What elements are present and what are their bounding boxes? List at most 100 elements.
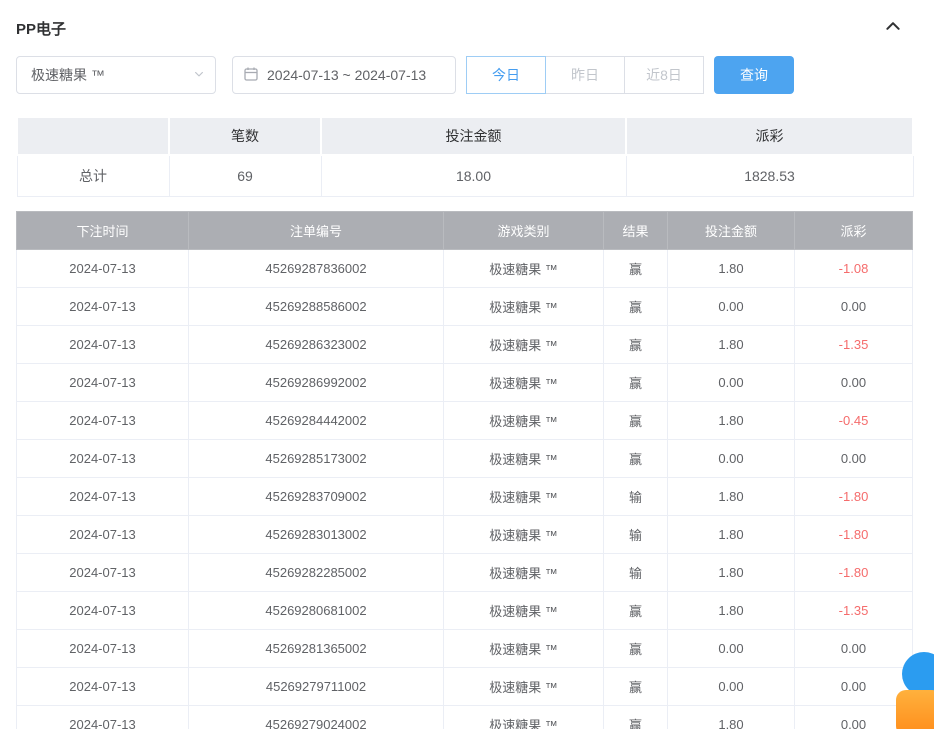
header-payout: 派彩: [795, 211, 913, 249]
cell-bet: 1.80: [668, 249, 795, 287]
table-row: 2024-07-1345269284442002极速糖果 ™赢1.80-0.45: [17, 401, 913, 439]
page-title: PP电子: [16, 18, 66, 39]
table-row: 2024-07-1345269283013002极速糖果 ™输1.80-1.80: [17, 515, 913, 553]
cell-bet: 1.80: [668, 325, 795, 363]
chevron-down-icon: [193, 67, 205, 83]
bet-table-header-row: 下注时间 注单编号 游戏类别 结果 投注金额 派彩: [17, 211, 913, 249]
cell-game: 极速糖果 ™: [444, 287, 604, 325]
bet-table-body: 2024-07-1345269287836002极速糖果 ™赢1.80-1.08…: [17, 249, 913, 729]
cell-game: 极速糖果 ™: [444, 667, 604, 705]
cell-order-id: 45269283709002: [189, 477, 444, 515]
cell-order-id: 45269281365002: [189, 629, 444, 667]
date-range-value: 2024-07-13 ~ 2024-07-13: [267, 67, 426, 83]
cell-game: 极速糖果 ™: [444, 325, 604, 363]
cell-date: 2024-07-13: [17, 515, 189, 553]
cell-date: 2024-07-13: [17, 439, 189, 477]
cell-bet: 0.00: [668, 363, 795, 401]
cell-bet: 1.80: [668, 591, 795, 629]
cell-game: 极速糖果 ™: [444, 439, 604, 477]
cell-date: 2024-07-13: [17, 591, 189, 629]
table-row: 2024-07-1345269286992002极速糖果 ™赢0.000.00: [17, 363, 913, 401]
summary-total-label: 总计: [17, 155, 169, 196]
table-row: 2024-07-1345269285173002极速糖果 ™赢0.000.00: [17, 439, 913, 477]
filter-bar: 极速糖果 ™ 2024-07-13 ~ 2024-07-13 今日 昨日 近8日…: [16, 56, 918, 94]
cell-result: 赢: [604, 667, 668, 705]
cell-payout: -1.80: [795, 477, 913, 515]
cell-date: 2024-07-13: [17, 553, 189, 591]
yesterday-button[interactable]: 昨日: [545, 56, 625, 94]
summary-header-blank: [17, 117, 169, 155]
cell-payout: 0.00: [795, 439, 913, 477]
cell-date: 2024-07-13: [17, 287, 189, 325]
cell-bet: 0.00: [668, 439, 795, 477]
cell-game: 极速糖果 ™: [444, 591, 604, 629]
cell-order-id: 45269287836002: [189, 249, 444, 287]
cell-result: 输: [604, 477, 668, 515]
date-range-picker[interactable]: 2024-07-13 ~ 2024-07-13: [232, 56, 456, 94]
cell-order-id: 45269279024002: [189, 705, 444, 729]
summary-total-payout: 1828.53: [626, 155, 913, 196]
cell-order-id: 45269279711002: [189, 667, 444, 705]
table-row: 2024-07-1345269287836002极速糖果 ™赢1.80-1.08: [17, 249, 913, 287]
cell-result: 赢: [604, 705, 668, 729]
cell-result: 输: [604, 553, 668, 591]
summary-total-count: 69: [169, 155, 321, 196]
summary-total-row: 总计 69 18.00 1828.53: [17, 155, 913, 196]
cell-result: 赢: [604, 439, 668, 477]
cell-date: 2024-07-13: [17, 401, 189, 439]
cell-order-id: 45269285173002: [189, 439, 444, 477]
game-select-value: 极速糖果 ™: [31, 65, 105, 85]
cell-date: 2024-07-13: [17, 477, 189, 515]
table-row: 2024-07-1345269280681002极速糖果 ™赢1.80-1.35: [17, 591, 913, 629]
table-row: 2024-07-1345269286323002极速糖果 ™赢1.80-1.35: [17, 325, 913, 363]
cell-order-id: 45269280681002: [189, 591, 444, 629]
cell-order-id: 45269286992002: [189, 363, 444, 401]
cell-payout: -1.35: [795, 325, 913, 363]
game-select[interactable]: 极速糖果 ™: [16, 56, 216, 94]
cell-bet: 1.80: [668, 401, 795, 439]
cell-bet: 1.80: [668, 477, 795, 515]
cell-game: 极速糖果 ™: [444, 553, 604, 591]
cell-date: 2024-07-13: [17, 705, 189, 729]
report-panel: PP电子 极速糖果 ™ 2024-07-13 ~ 2024-: [0, 0, 934, 729]
cell-game: 极速糖果 ™: [444, 515, 604, 553]
summary-table: 笔数 投注金额 派彩 总计 69 18.00 1828.53: [16, 116, 914, 197]
cell-date: 2024-07-13: [17, 249, 189, 287]
table-row: 2024-07-1345269279711002极速糖果 ™赢0.000.00: [17, 667, 913, 705]
header-bet-time: 下注时间: [17, 211, 189, 249]
cell-payout: -1.80: [795, 553, 913, 591]
search-button[interactable]: 查询: [714, 56, 794, 94]
cell-payout: 0.00: [795, 629, 913, 667]
table-row: 2024-07-1345269282285002极速糖果 ™输1.80-1.80: [17, 553, 913, 591]
calendar-icon: [243, 66, 259, 85]
customer-service-icon[interactable]: [896, 690, 934, 729]
last-8-days-button[interactable]: 近8日: [624, 56, 704, 94]
cell-payout: 0.00: [795, 705, 913, 729]
bet-table: 下注时间 注单编号 游戏类别 结果 投注金额 派彩 2024-07-134526…: [16, 211, 913, 729]
header-game-type: 游戏类别: [444, 211, 604, 249]
cell-bet: 0.00: [668, 629, 795, 667]
cell-result: 赢: [604, 249, 668, 287]
quick-date-buttons: 今日 昨日 近8日: [466, 56, 704, 94]
cell-result: 赢: [604, 401, 668, 439]
summary-header-payout: 派彩: [626, 117, 913, 155]
cell-game: 极速糖果 ™: [444, 249, 604, 287]
summary-total-bet-amount: 18.00: [321, 155, 626, 196]
cell-game: 极速糖果 ™: [444, 401, 604, 439]
cell-game: 极速糖果 ™: [444, 363, 604, 401]
cell-payout: -0.45: [795, 401, 913, 439]
cell-game: 极速糖果 ™: [444, 629, 604, 667]
cell-date: 2024-07-13: [17, 363, 189, 401]
cell-bet: 0.00: [668, 667, 795, 705]
cell-date: 2024-07-13: [17, 325, 189, 363]
cell-payout: 0.00: [795, 287, 913, 325]
summary-header-row: 笔数 投注金额 派彩: [17, 117, 913, 155]
panel-header: PP电子: [16, 12, 918, 44]
collapse-panel-button[interactable]: [880, 15, 906, 41]
today-button[interactable]: 今日: [466, 56, 546, 94]
cell-order-id: 45269284442002: [189, 401, 444, 439]
cell-result: 输: [604, 515, 668, 553]
header-result: 结果: [604, 211, 668, 249]
table-row: 2024-07-1345269281365002极速糖果 ™赢0.000.00: [17, 629, 913, 667]
summary-header-count: 笔数: [169, 117, 321, 155]
